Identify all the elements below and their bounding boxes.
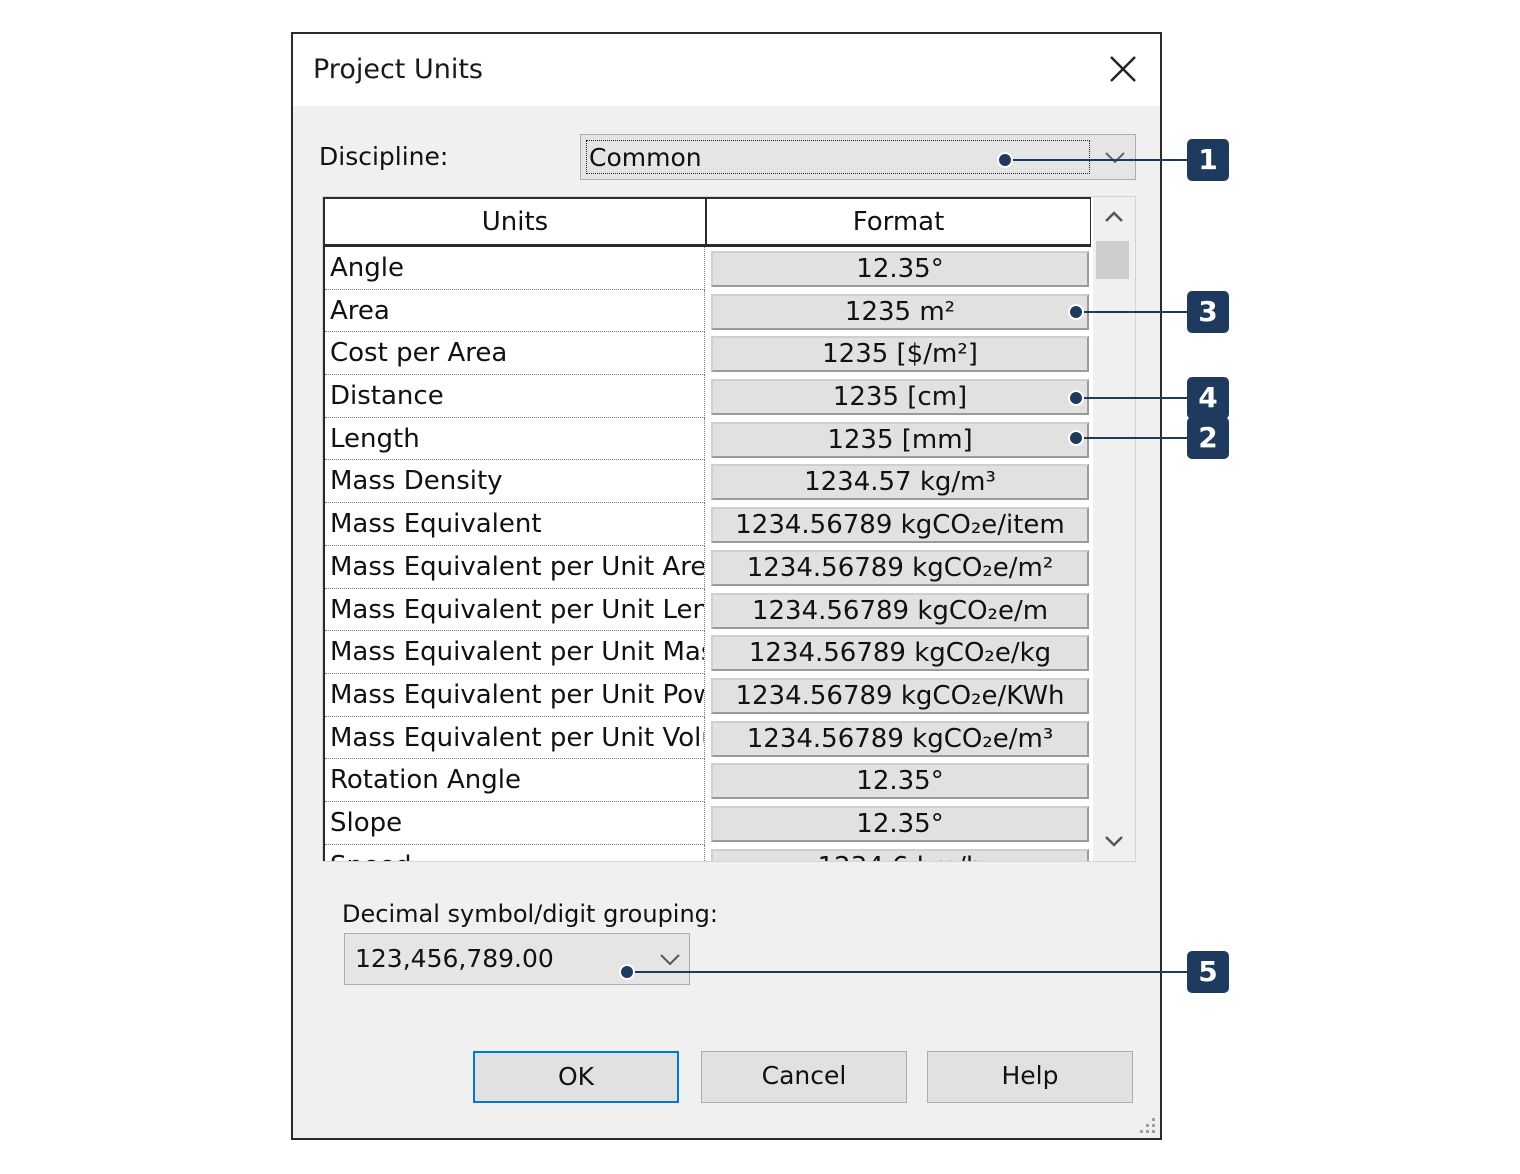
callout-line (627, 971, 1187, 973)
decimal-grouping-label: Decimal symbol/digit grouping: (342, 900, 718, 928)
table-row: Length 1235 [mm] (325, 417, 1091, 461)
format-button[interactable]: 1235 [cm] (711, 379, 1089, 416)
table-rows: Angle 12.35° Area 1235 m² Cost per Area 123… (325, 247, 1091, 861)
decimal-grouping-value: 123,456,789.00 (355, 944, 554, 973)
format-button[interactable]: 12.35° (711, 805, 1089, 842)
format-button[interactable]: 1235 m² (711, 293, 1089, 330)
callout-dot (1068, 304, 1084, 320)
chevron-up-icon (1105, 211, 1123, 222)
unit-name-cell: Angle (325, 247, 705, 290)
format-button[interactable]: 1234.56789 kgCO₂e/KWh (711, 677, 1089, 714)
table-row: Mass Equivalent per Unit Len 1234.56789 k… (325, 588, 1091, 632)
title-bar: Project Units (293, 34, 1160, 106)
callout-badge: 2 (1187, 417, 1229, 459)
chevron-down-icon (1105, 152, 1125, 164)
table-row: Area 1235 m² (325, 289, 1091, 333)
unit-name-cell: Mass Equivalent per Unit Volu (325, 716, 705, 760)
discipline-dropdown[interactable]: Common (580, 134, 1136, 180)
unit-name-cell: Distance (325, 375, 705, 418)
discipline-label: Discipline: (319, 142, 449, 171)
units-table: Units Format Angle 12.35° Area 1235 m² Cos… (323, 197, 1091, 861)
units-grid: Units Format Angle 12.35° Area 1235 m² Cos… (322, 196, 1136, 862)
table-row: Angle 12.35° (325, 247, 1091, 290)
close-button[interactable] (1100, 46, 1146, 92)
table-row: Mass Equivalent per Unit Mas 1234.56789 k… (325, 631, 1091, 674)
cancel-button[interactable]: Cancel (701, 1051, 907, 1103)
scroll-up-button[interactable] (1093, 197, 1135, 237)
format-button[interactable]: 1234.56789 kgCO₂e/m² (711, 549, 1089, 586)
table-row: Mass Equivalent per Unit Pow 1234.56789 k… (325, 673, 1091, 717)
table-row: Mass Equivalent per Unit Area 1234.56789 … (325, 545, 1091, 589)
callout-line (1076, 397, 1187, 399)
format-button[interactable]: 1234.56789 kgCO₂e/m (711, 592, 1089, 629)
column-header-format[interactable]: Format (707, 197, 1091, 247)
callout-line (1076, 311, 1187, 313)
unit-name-cell: Mass Equivalent per Unit Pow (325, 673, 705, 717)
format-button[interactable]: 1234.6 km/h (711, 848, 1089, 861)
format-button[interactable]: 1235 [$/m²] (711, 336, 1089, 373)
discipline-value: Common (589, 143, 702, 172)
table-row: Distance 1235 [cm] (325, 375, 1091, 418)
callout-dot (997, 152, 1013, 168)
table-row: Mass Equivalent 1234.56789 kgCO₂e/item (325, 503, 1091, 546)
callout-line (1076, 437, 1187, 439)
format-button[interactable]: 12.35° (711, 251, 1089, 287)
dialog-title: Project Units (313, 54, 483, 85)
callout-badge: 4 (1187, 377, 1229, 419)
help-button[interactable]: Help (927, 1051, 1133, 1103)
unit-name-cell: Slope (325, 801, 705, 845)
unit-name-cell: Rotation Angle (325, 759, 705, 802)
scroll-thumb[interactable] (1096, 241, 1129, 279)
decimal-grouping-dropdown[interactable]: 123,456,789.00 (344, 933, 690, 985)
scroll-down-button[interactable] (1093, 821, 1135, 861)
callout-badge: 1 (1187, 139, 1229, 181)
table-row: Cost per Area 1235 [$/m²] (325, 332, 1091, 376)
callout-dot (1068, 390, 1084, 406)
format-button[interactable]: 1235 [mm] (711, 421, 1089, 458)
callout-dot (619, 964, 635, 980)
unit-name-cell: Mass Equivalent per Unit Len (325, 588, 705, 632)
column-header-units[interactable]: Units (325, 197, 707, 247)
chevron-down-icon (660, 954, 680, 966)
unit-name-cell: Area (325, 289, 705, 333)
format-button[interactable]: 1234.56789 kgCO₂e/item (711, 507, 1089, 544)
callout-badge: 3 (1187, 291, 1229, 333)
format-button[interactable]: 1234.57 kg/m³ (711, 464, 1089, 501)
table-row: Mass Density 1234.57 kg/m³ (325, 460, 1091, 504)
table-row: Mass Equivalent per Unit Volu 1234.56789 … (325, 716, 1091, 760)
unit-name-cell: Mass Equivalent per Unit Area (325, 545, 705, 589)
format-button[interactable]: 1234.56789 kgCO₂e/kg (711, 635, 1089, 672)
callout-badge: 5 (1187, 951, 1229, 993)
close-icon (1110, 56, 1136, 82)
unit-name-cell: Mass Equivalent per Unit Mas (325, 631, 705, 674)
unit-name-cell: Length (325, 417, 705, 461)
vertical-scrollbar[interactable] (1093, 197, 1135, 861)
table-row: Slope 12.35° (325, 801, 1091, 845)
resize-grip-icon[interactable] (1136, 1114, 1158, 1136)
table-row: Speed 1234.6 km/h (325, 844, 1091, 861)
chevron-down-icon (1105, 836, 1123, 847)
unit-name-cell: Cost per Area (325, 332, 705, 376)
callout-dot (1068, 430, 1084, 446)
table-row: Rotation Angle 12.35° (325, 759, 1091, 802)
format-button[interactable]: 12.35° (711, 763, 1089, 800)
format-button[interactable]: 1234.56789 kgCO₂e/m³ (711, 720, 1089, 757)
ok-button[interactable]: OK (473, 1051, 679, 1103)
project-units-dialog: Project Units Discipline: Common Units F… (291, 32, 1162, 1140)
unit-name-cell: Speed (325, 844, 705, 861)
unit-name-cell: Mass Density (325, 460, 705, 504)
callout-line (1005, 159, 1187, 161)
unit-name-cell: Mass Equivalent (325, 503, 705, 546)
